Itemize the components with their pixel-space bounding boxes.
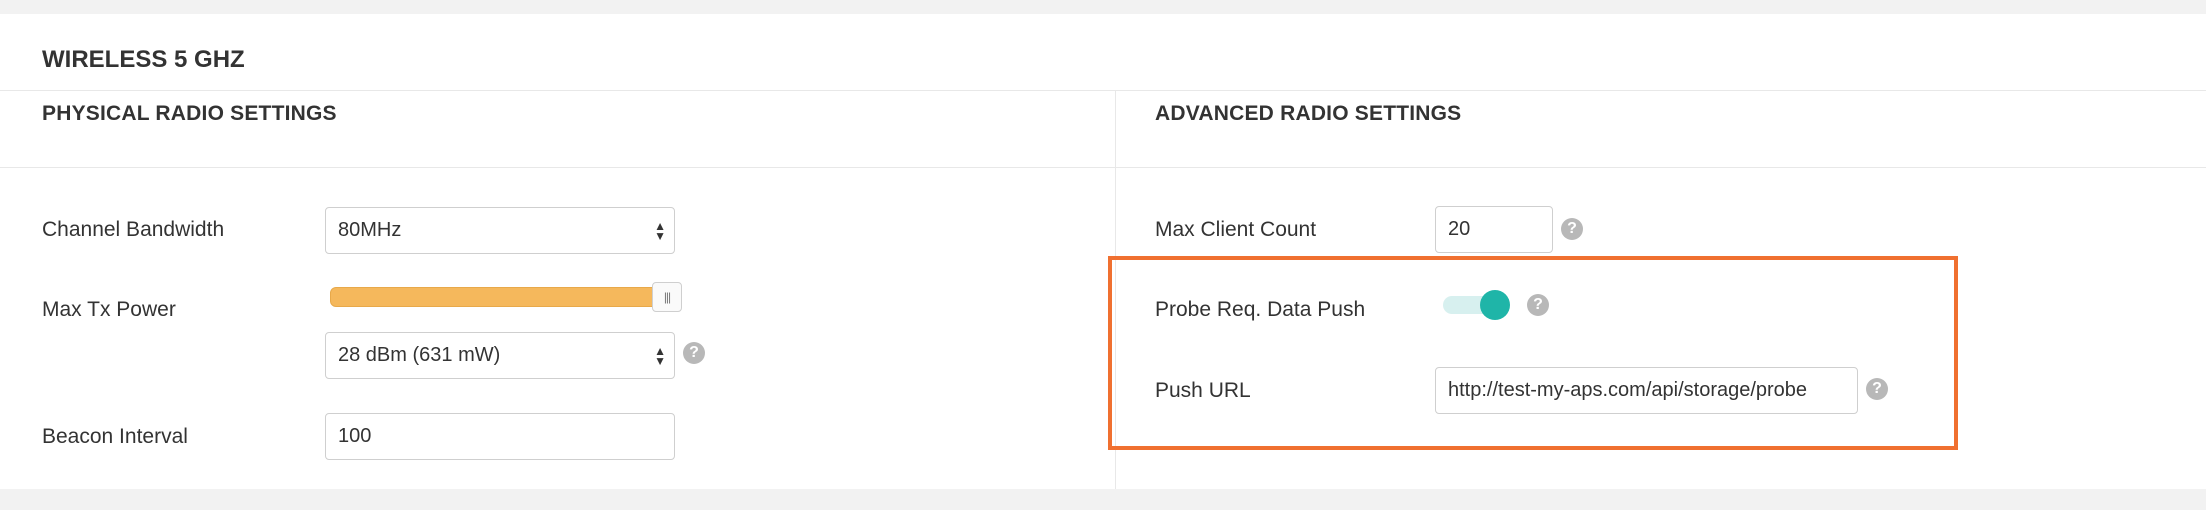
max-tx-power-value: 28 dBm (631 mW) <box>338 344 501 366</box>
section-header-divider <box>0 167 2206 168</box>
channel-bandwidth-select[interactable]: 80MHz ▲ ▼ <box>325 207 675 254</box>
max-tx-power-label: Max Tx Power <box>42 298 176 321</box>
beacon-interval-input[interactable] <box>338 425 674 448</box>
panel-title: WIRELESS 5 GHZ <box>42 46 245 73</box>
beacon-interval-field[interactable] <box>325 413 675 460</box>
max-tx-power-slider-handle[interactable]: ||| <box>652 282 682 312</box>
slider-grip-icon: ||| <box>663 290 671 304</box>
advanced-radio-settings-title: ADVANCED RADIO SETTINGS <box>1155 102 1462 125</box>
channel-bandwidth-value: 80MHz <box>338 219 402 241</box>
help-icon[interactable]: ? <box>1561 218 1583 240</box>
physical-radio-settings-title: PHYSICAL RADIO SETTINGS <box>42 102 337 125</box>
max-client-count-field[interactable] <box>1435 206 1553 253</box>
channel-bandwidth-label: Channel Bandwidth <box>42 218 225 241</box>
select-arrows-icon: ▲ ▼ <box>654 343 666 368</box>
highlight-box <box>1108 256 1958 450</box>
max-tx-power-select[interactable]: 28 dBm (631 mW) ▲ ▼ <box>325 332 675 379</box>
help-icon[interactable]: ? <box>683 342 705 364</box>
max-tx-power-slider-track[interactable] <box>330 287 670 307</box>
header-divider <box>0 90 2206 91</box>
max-client-count-label: Max Client Count <box>1155 218 1317 241</box>
select-arrows-icon: ▲ ▼ <box>654 218 666 243</box>
beacon-interval-label: Beacon Interval <box>42 425 188 448</box>
max-client-count-input[interactable] <box>1448 218 1552 241</box>
